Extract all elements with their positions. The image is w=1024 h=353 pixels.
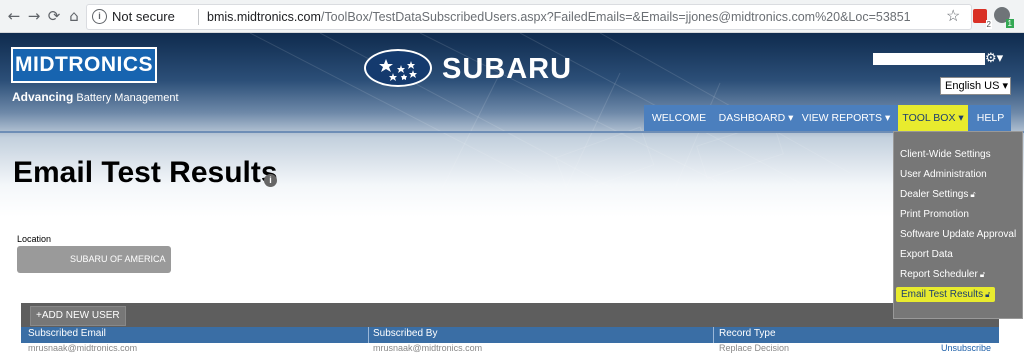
divider: [198, 9, 199, 25]
nav-welcome[interactable]: WELCOME: [644, 105, 714, 131]
info-icon[interactable]: i: [92, 9, 107, 24]
table-row: mrusnaak@midtronics.com mrusnaak@midtron…: [21, 343, 999, 353]
header-divider: [0, 131, 1024, 133]
lock-icon: 🔓︎: [970, 190, 976, 199]
browser-toolbar: ← → ⟳ ⌂ i Not secure bmis.midtronics.com…: [0, 0, 1024, 33]
menu-item-software-update-approval[interactable]: Software Update Approval: [900, 229, 1016, 240]
user-name-redacted[interactable]: [873, 53, 985, 65]
url-host: bmis.midtronics.com: [207, 10, 321, 24]
menu-item-label: Software Update Approval: [900, 229, 1017, 240]
security-label: Not secure: [112, 9, 175, 24]
menu-item-email-test-results[interactable]: Email Test Results 🔓︎: [896, 287, 996, 302]
grid-header: Subscribed Email Subscribed By Record Ty…: [21, 327, 999, 343]
table-cell: mrusnaak@midtronics.com: [373, 343, 483, 353]
subaru-logo: SUBARU: [364, 49, 576, 89]
menu-item-print-promotion[interactable]: Print Promotion: [900, 209, 969, 220]
gear-icon[interactable]: ⚙▾: [985, 50, 1003, 66]
column-header[interactable]: Record Type: [719, 328, 776, 339]
extension-badge: 2: [985, 20, 992, 29]
menu-item-label: Email Test Results: [901, 289, 984, 300]
tagline: Advancing Battery Management: [12, 90, 179, 104]
add-new-user-button[interactable]: +ADD NEW USER: [30, 306, 126, 326]
lock-icon: 🔓︎: [979, 270, 986, 279]
menu-item-dealer-settings[interactable]: Dealer Settings 🔓︎: [900, 189, 976, 200]
toolbox-dropdown-menu: Client-Wide Settings User Administration…: [893, 131, 1023, 319]
tagline-text: Battery Management: [76, 92, 179, 104]
menu-item-label: Report Scheduler: [900, 269, 978, 280]
location-value: SUBARU OF AMERICA S: [70, 254, 166, 291]
nav-dashboard[interactable]: DASHBOARD ▾: [714, 105, 798, 131]
nav-view-reports[interactable]: VIEW REPORTS ▾: [798, 105, 894, 131]
arrow-left-icon[interactable]: ←: [4, 6, 24, 26]
arrow-right-icon[interactable]: →: [24, 6, 44, 26]
menu-item-export-data[interactable]: Export Data: [900, 249, 953, 260]
column-header[interactable]: Subscribed By: [373, 328, 437, 339]
nav-tool-box[interactable]: TOOL BOX ▾: [898, 105, 968, 131]
menu-item-label: Print Promotion: [900, 209, 969, 220]
url-path: /ToolBox/TestDataSubscribedUsers.aspx?Fa…: [320, 10, 911, 24]
main-nav: WELCOME DASHBOARD ▾ VIEW REPORTS ▾ TOOL …: [644, 105, 1011, 131]
language-value: English US: [945, 80, 1000, 92]
location-select[interactable]: SUBARU OF AMERICA S: [17, 246, 171, 291]
column-divider: [368, 327, 369, 343]
table-cell: Replace Decision: [719, 343, 790, 353]
menu-item-report-scheduler[interactable]: Report Scheduler 🔓︎: [900, 269, 985, 280]
menu-item-label: Export Data: [900, 249, 953, 260]
midtronics-logo[interactable]: MIDTRONICS: [11, 47, 157, 83]
unsubscribe-link[interactable]: Unsubscribe: [941, 343, 991, 353]
table-cell: mrusnaak@midtronics.com: [28, 343, 138, 353]
subaru-wordmark: SUBARU: [442, 53, 573, 85]
menu-item-label: Client-Wide Settings: [900, 149, 991, 160]
tagline-bold: Advancing: [12, 90, 74, 104]
bookmark-star-icon[interactable]: ☆: [946, 6, 960, 26]
add-new-user-label: ADD NEW USER: [41, 310, 120, 321]
extension-icon[interactable]: 2: [973, 9, 992, 29]
language-select[interactable]: English US ▾: [940, 77, 1011, 95]
url-text[interactable]: bmis.midtronics.com/ToolBox/TestDataSubs…: [207, 10, 911, 24]
subaru-stars-icon: [364, 49, 432, 87]
reload-icon[interactable]: ⟳: [44, 6, 64, 26]
grid-toolbar: +ADD NEW USER: [21, 303, 999, 327]
menu-item-label: Dealer Settings: [900, 189, 969, 200]
address-bar[interactable]: i Not secure bmis.midtronics.com/ToolBox…: [86, 4, 972, 30]
info-icon[interactable]: i: [264, 174, 277, 187]
menu-item-label: User Administration: [900, 169, 987, 180]
extension-badge: 1: [1005, 19, 1014, 28]
menu-item-user-administration[interactable]: User Administration: [900, 169, 987, 180]
page-header: MIDTRONICS Advancing Battery Management …: [0, 33, 1024, 353]
column-divider: [713, 327, 714, 343]
extension-icon[interactable]: 1: [994, 7, 1014, 28]
location-label: Location: [17, 234, 52, 244]
page-title: Email Test Results: [13, 156, 278, 189]
nav-help[interactable]: HELP: [970, 105, 1011, 131]
lock-icon: 🔓︎: [985, 290, 991, 299]
menu-item-client-wide-settings[interactable]: Client-Wide Settings: [900, 149, 991, 160]
column-header[interactable]: Subscribed Email: [28, 328, 106, 339]
home-icon[interactable]: ⌂: [64, 6, 84, 26]
